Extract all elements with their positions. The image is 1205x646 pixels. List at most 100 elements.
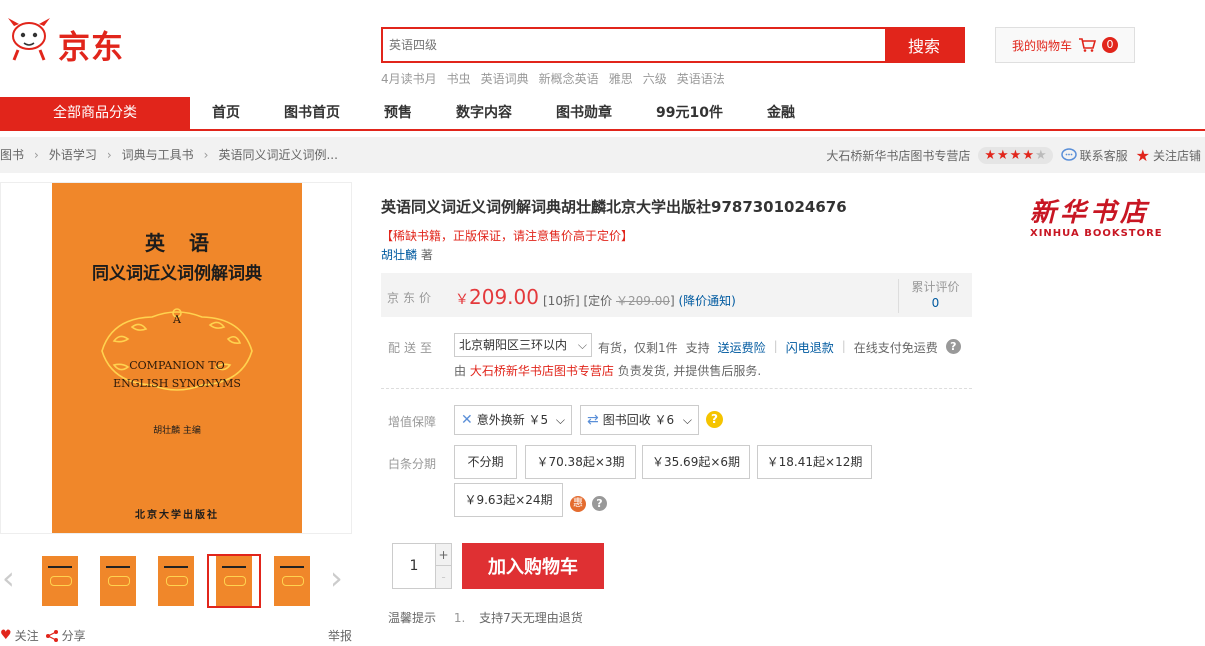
nav-item-digital[interactable]: 数字内容 (434, 97, 534, 129)
book-cover: 英语 同义词近义词例解词典 A COMPANION TO ENGLISH SYN… (52, 183, 302, 533)
chevron-down-icon: ⌵ (682, 413, 692, 427)
chevron-left-icon[interactable]: ‹ (2, 562, 15, 594)
help-icon[interactable]: ? (592, 496, 607, 511)
search-box: 搜索 (381, 27, 965, 63)
star-empty-icon: ★ (1034, 147, 1047, 163)
breadcrumb-item-current: 英语同义词近义词例... (218, 148, 338, 162)
list-price-label: [定价 (583, 294, 613, 308)
thumbnail-active[interactable] (207, 554, 261, 608)
author-link[interactable]: 胡壮麟 (381, 248, 417, 262)
shop-name-link[interactable]: 大石桥新华书店图书专营店 (826, 147, 970, 164)
installment-option[interactable]: ￥35.69起×6期 (642, 445, 750, 479)
cover-publisher: 北京大学出版社 (135, 510, 219, 521)
price-box: 京东价 ￥209.00 [10折] [定价 ￥209.00] (降价通知) 累计… (381, 273, 972, 317)
hotword-link[interactable]: 雅思 (609, 70, 633, 87)
breadcrumb: 图书 › 外语学习 › 词典与工具书 › 英语同义词近义词例... (0, 137, 338, 173)
cover-en-line2: ENGLISH SYNONYMS (113, 377, 241, 390)
nav-item-book-medal[interactable]: 图书勋章 (534, 97, 634, 129)
follow-shop-link[interactable]: ★ 关注店铺 (1136, 146, 1201, 165)
hotword-link[interactable]: 六级 (643, 70, 667, 87)
add-to-cart-button[interactable]: 加入购物车 (462, 543, 604, 589)
currency-symbol: ￥ (455, 292, 469, 308)
star-icon: ★ (984, 147, 996, 163)
product-author: 胡壮麟 著 (381, 246, 433, 263)
review-count-box[interactable]: 累计评价 0 (898, 279, 972, 313)
book-recycle-select[interactable]: ⇄ 图书回收 ￥6 ⌵ (580, 405, 699, 435)
follow-product-label: 关注 (14, 629, 39, 643)
installment-option[interactable]: ￥18.41起×12期 (757, 445, 872, 479)
discount-badge-icon: 惠 (570, 496, 586, 512)
price-drop-notify-link[interactable]: (降价通知) (679, 294, 736, 308)
share-icon (45, 629, 58, 642)
price-value: 209.00 (469, 285, 539, 309)
tip-item: 支持7天无理由退货 (479, 611, 583, 625)
nav-items: 首页 图书首页 预售 数字内容 图书勋章 99元10件 金融 (190, 97, 817, 129)
report-link[interactable]: 举报 (328, 627, 352, 644)
heart-icon: ♥ (0, 628, 12, 643)
nav-item-home[interactable]: 首页 (190, 97, 262, 129)
support-label: 支持 (685, 341, 710, 355)
cover-en-a: A (173, 313, 181, 326)
price-label: 京东价 (387, 291, 436, 305)
hotword-link[interactable]: 书虫 (447, 70, 471, 87)
installment-option[interactable]: 不分期 (454, 445, 517, 479)
nav-item-books-home[interactable]: 图书首页 (262, 97, 362, 129)
my-cart-button[interactable]: 我的购物车 0 (995, 27, 1135, 63)
hot-keywords: 4月读书月 书虫 英语词典 新概念英语 雅思 六级 英语语法 (381, 70, 725, 87)
share-link[interactable]: 分享 (45, 627, 86, 644)
jd-logo[interactable]: 京东 (0, 14, 140, 66)
cover-title-line1: 英语 (145, 231, 233, 255)
hotword-link[interactable]: 4月读书月 (381, 70, 437, 87)
tips-label: 温馨提示 (388, 611, 437, 625)
breadcrumb-item[interactable]: 图书 (0, 137, 24, 173)
chevron-right-icon[interactable]: › (330, 562, 343, 594)
accident-replace-label: 意外换新 ￥5 (476, 413, 549, 427)
divider: | (841, 339, 846, 353)
divider (381, 388, 972, 389)
help-icon[interactable]: ? (945, 339, 961, 354)
follow-product-link[interactable]: ♥ 关注 (0, 627, 39, 644)
all-categories-button[interactable]: 全部商品分类 (0, 97, 190, 129)
contact-service-label: 联系客服 (1079, 148, 1128, 163)
thumbnail-image (42, 556, 78, 606)
accident-replace-select[interactable]: ✕ 意外换新 ￥5 ⌵ (454, 405, 572, 435)
stock-line: 有货，仅剩1件 支持 送运费险 | 闪电退款 | 在线支付免运费 ? (598, 339, 961, 356)
price-extra: [10折] [定价 ￥209.00] (降价通知) (543, 292, 736, 309)
ship-store-link[interactable]: 大石桥新华书店图书专营店 (470, 364, 614, 378)
breadcrumb-separator-icon: › (34, 148, 39, 162)
freight-insurance-link[interactable]: 送运费险 (718, 339, 766, 356)
breadcrumb-separator-icon: › (203, 148, 209, 162)
nav-item-finance[interactable]: 金融 (745, 97, 817, 129)
installment-option[interactable]: ￥70.38起×3期 (525, 445, 636, 479)
help-icon[interactable]: ? (706, 411, 723, 428)
product-promo-text: 【稀缺书籍，正版保证，请注意售价高于定价】 (381, 229, 634, 243)
thumbnail[interactable] (149, 554, 203, 608)
ship-prefix: 由 (454, 364, 467, 378)
minus-icon[interactable]: - (435, 566, 451, 588)
nav-item-presale[interactable]: 预售 (362, 97, 434, 129)
thumbnail[interactable] (33, 554, 87, 608)
thumbnail[interactable] (265, 554, 319, 608)
search-input[interactable] (383, 29, 887, 61)
breadcrumb-item[interactable]: 外语学习 (49, 137, 97, 173)
xinhua-bookstore-logo[interactable]: 新华书店 XINHUA BOOKSTORE (1030, 198, 1178, 246)
delivery-label: 配送至 (388, 341, 437, 355)
xinhua-logo-cn: 新华书店 (1030, 198, 1151, 228)
hotword-link[interactable]: 新概念英语 (539, 70, 599, 87)
installment-option[interactable]: ￥9.63起×24期 (454, 483, 563, 517)
flash-refund-link[interactable]: 闪电退款 (786, 339, 834, 356)
quantity-input[interactable] (393, 544, 435, 588)
breadcrumb-item[interactable]: 词典与工具书 (122, 137, 194, 173)
tip-number: 1. (453, 611, 466, 625)
region-select[interactable]: 北京朝阳区三环以内 ⌵ (454, 333, 592, 357)
cover-en-line1: COMPANION TO (129, 359, 225, 372)
hotword-link[interactable]: 英语语法 (677, 70, 725, 87)
plus-icon[interactable]: + (435, 544, 451, 566)
search-button[interactable]: 搜索 (885, 29, 963, 61)
star-icon: ★ (1009, 147, 1022, 163)
nav-item-99-10[interactable]: 99元10件 (634, 97, 745, 129)
contact-service-link[interactable]: 联系客服 (1060, 147, 1128, 164)
thumbnail[interactable] (91, 554, 145, 608)
hotword-link[interactable]: 英语词典 (481, 70, 529, 87)
main-product-image[interactable]: 英语 同义词近义词例解词典 A COMPANION TO ENGLISH SYN… (0, 182, 352, 534)
